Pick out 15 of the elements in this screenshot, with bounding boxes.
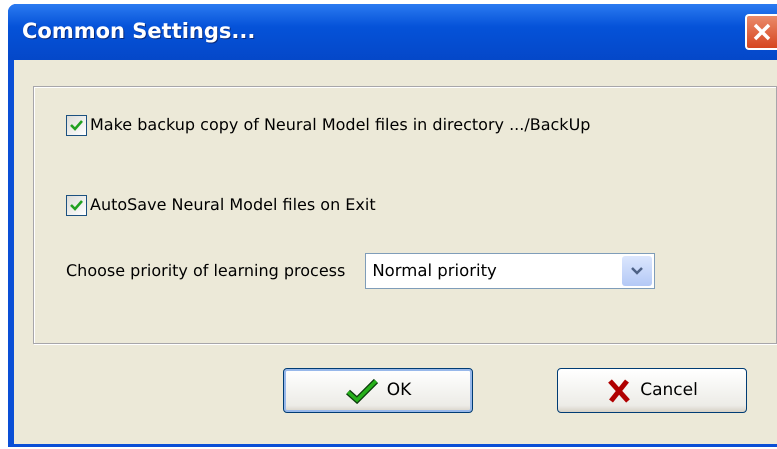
cancel-button[interactable]: Cancel [557,368,747,413]
priority-label: Choose priority of learning process [66,260,346,282]
checkbox[interactable] [66,114,87,136]
checkmark-icon [69,118,84,132]
checkmark-icon [69,198,84,212]
priority-dropdown[interactable]: Normal priority [365,253,656,289]
close-icon [752,22,772,42]
checkmark-icon [344,378,379,404]
x-mark-icon [606,378,632,404]
checkbox-label: AutoSave Neural Model files on Exit [90,194,376,216]
checkbox[interactable] [66,194,87,216]
window-title: Common Settings... [22,18,256,46]
checkbox-label: Make backup copy of Neural Model files in directory .../BackUp [90,114,590,136]
close-button[interactable] [745,14,777,50]
ok-button[interactable]: OK [283,368,473,413]
